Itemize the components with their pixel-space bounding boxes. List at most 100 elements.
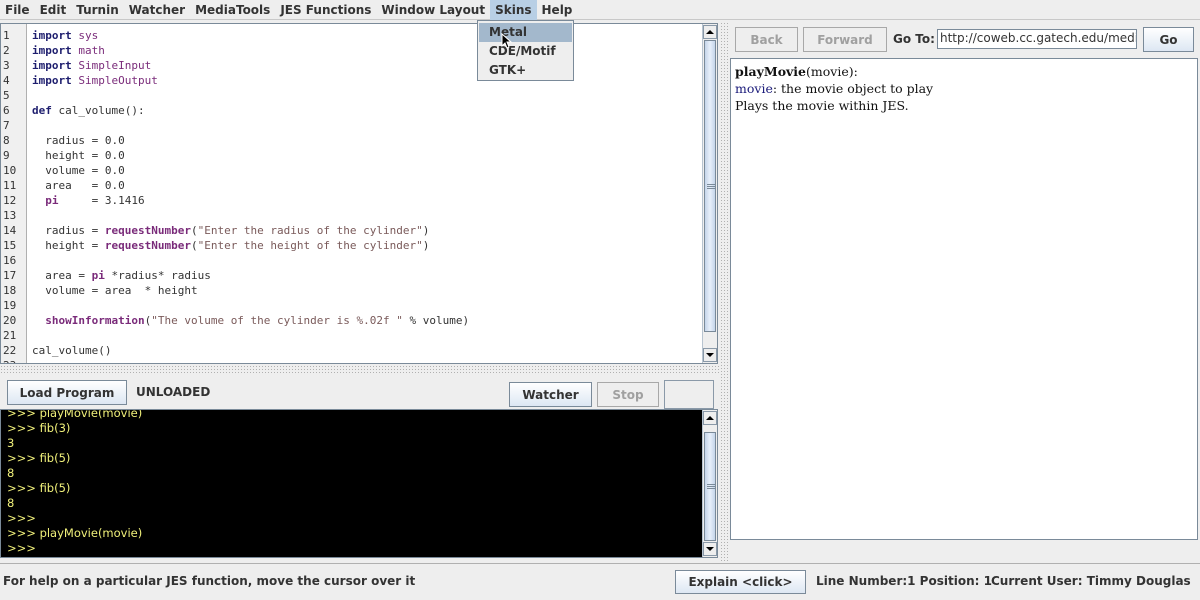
horizontal-splitter[interactable] <box>0 365 722 373</box>
scroll-up-icon[interactable] <box>703 411 717 425</box>
menu-watcher[interactable]: Watcher <box>124 0 190 20</box>
line-number: 18 <box>3 284 17 297</box>
code-line[interactable] <box>32 358 469 363</box>
goto-label: Go To: <box>893 32 935 46</box>
load-program-button[interactable]: Load Program <box>7 380 127 405</box>
line-number: 6 <box>3 104 10 117</box>
code-line[interactable] <box>32 328 469 343</box>
help-param-name: movie <box>735 81 773 96</box>
scroll-up-icon[interactable] <box>703 25 717 39</box>
line-number: 15 <box>3 239 17 252</box>
command-console[interactable]: >>> playMovie(movie) >>> fib(3) 3 >>> fib(5… <box>0 409 718 558</box>
menu-mediatools[interactable]: MediaTools <box>190 0 275 20</box>
vertical-splitter[interactable] <box>720 22 728 562</box>
line-number: 17 <box>3 269 17 282</box>
editor-scroll-thumb[interactable] <box>704 40 716 332</box>
code-line[interactable]: area = pi *radius* radius <box>32 268 469 283</box>
menu-file[interactable]: File <box>0 0 35 20</box>
back-button[interactable]: Back <box>735 27 798 52</box>
help-function-name: playMovie <box>735 64 806 79</box>
menu-bar: File Edit Turnin Watcher MediaTools JES … <box>0 0 1200 20</box>
help-description: Plays the movie within JES. <box>735 98 909 113</box>
console-line: >>> fib(5) <box>7 481 71 495</box>
console-line: 8 <box>7 466 15 480</box>
console-scrollbar[interactable] <box>702 410 717 557</box>
code-line[interactable]: volume = area * height <box>32 283 469 298</box>
explain-button[interactable]: Explain <click> <box>675 570 806 594</box>
code-line[interactable]: import math <box>32 43 469 58</box>
line-number: 3 <box>3 59 10 72</box>
code-line[interactable]: import SimpleInput <box>32 58 469 73</box>
line-number: 13 <box>3 209 17 222</box>
scroll-down-icon[interactable] <box>703 542 717 556</box>
scroll-down-icon[interactable] <box>703 348 717 362</box>
code-line[interactable] <box>32 298 469 313</box>
cursor-position-info: Line Number:1 Position: 1 <box>816 574 992 588</box>
code-line[interactable]: pi = 3.1416 <box>32 193 469 208</box>
url-input[interactable]: http://coweb.cc.gatech.edu/medi <box>937 29 1137 49</box>
footer-divider <box>0 563 1200 564</box>
code-line[interactable]: height = 0.0 <box>32 148 469 163</box>
line-number: 10 <box>3 164 17 177</box>
watcher-button[interactable]: Watcher <box>509 382 592 407</box>
line-number: 19 <box>3 299 17 312</box>
code-line[interactable]: height = requestNumber("Enter the height… <box>32 238 469 253</box>
code-line[interactable] <box>32 88 469 103</box>
console-line: >>> <box>7 541 40 555</box>
blank-status-box <box>664 380 714 409</box>
console-line: >>> fib(3) <box>7 421 71 435</box>
footer-help-text: For help on a particular JES function, m… <box>3 574 416 588</box>
menu-jes-functions[interactable]: JES Functions <box>275 0 376 20</box>
line-number: 23 <box>3 358 16 363</box>
line-number: 11 <box>3 179 17 192</box>
skin-option-gtk[interactable]: GTK+ <box>479 61 572 80</box>
code-line[interactable]: showInformation("The volume of the cylin… <box>32 313 469 328</box>
skin-option-cde-motif[interactable]: CDE/Motif <box>479 42 572 61</box>
code-line[interactable]: area = 0.0 <box>32 178 469 193</box>
editor-scrollbar[interactable] <box>702 24 717 363</box>
menu-skins[interactable]: Skins <box>490 0 537 20</box>
console-line: 8 <box>7 496 15 510</box>
code-line[interactable] <box>32 208 469 223</box>
line-number: 8 <box>3 134 10 147</box>
stop-button[interactable]: Stop <box>597 382 659 407</box>
console-line: >>> playMovie(movie) <box>7 526 143 540</box>
line-number: 20 <box>3 314 17 327</box>
line-number: 9 <box>3 149 10 162</box>
code-line[interactable]: volume = 0.0 <box>32 163 469 178</box>
line-number: 16 <box>3 254 17 267</box>
code-area[interactable]: import sys import math import SimpleInput i… <box>32 28 469 363</box>
mouse-pointer-icon <box>501 33 513 49</box>
line-number: 1 <box>3 29 10 42</box>
code-line[interactable]: import SimpleOutput <box>32 73 469 88</box>
help-function-args: (movie): <box>806 64 858 79</box>
code-line[interactable] <box>32 253 469 268</box>
line-number-gutter: 1234567891011121314151617181920212223 <box>1 24 27 363</box>
console-line: 3 <box>7 436 15 450</box>
load-status-label: UNLOADED <box>136 385 211 399</box>
line-number: 12 <box>3 194 17 207</box>
code-line[interactable]: def cal_volume(): <box>32 103 469 118</box>
console-scroll-thumb[interactable] <box>704 432 716 541</box>
code-line[interactable]: import sys <box>32 28 469 43</box>
help-param-desc: : the movie object to play <box>772 81 934 96</box>
code-line[interactable] <box>32 118 469 133</box>
help-function-signature: playMovie(movie): <box>735 63 1193 80</box>
skin-option-metal[interactable]: Metal <box>479 23 572 42</box>
line-number: 4 <box>3 74 10 87</box>
help-content-pane: playMovie(movie): movie: the movie objec… <box>730 58 1198 540</box>
code-editor[interactable]: 1234567891011121314151617181920212223 im… <box>0 23 718 364</box>
help-param-line: movie: the movie object to play <box>735 80 1193 97</box>
menu-help[interactable]: Help <box>537 0 578 20</box>
line-number: 7 <box>3 119 10 132</box>
menu-edit[interactable]: Edit <box>35 0 72 20</box>
code-line[interactable]: radius = requestNumber("Enter the radius… <box>32 223 469 238</box>
go-button[interactable]: Go <box>1143 27 1194 52</box>
console-line: >>> <box>7 511 40 525</box>
code-line[interactable]: radius = 0.0 <box>32 133 469 148</box>
code-line[interactable]: cal_volume() <box>32 343 469 358</box>
menu-turnin[interactable]: Turnin <box>71 0 124 20</box>
menu-window-layout[interactable]: Window Layout <box>376 0 490 20</box>
forward-button[interactable]: Forward <box>803 27 887 52</box>
line-number: 2 <box>3 44 10 57</box>
